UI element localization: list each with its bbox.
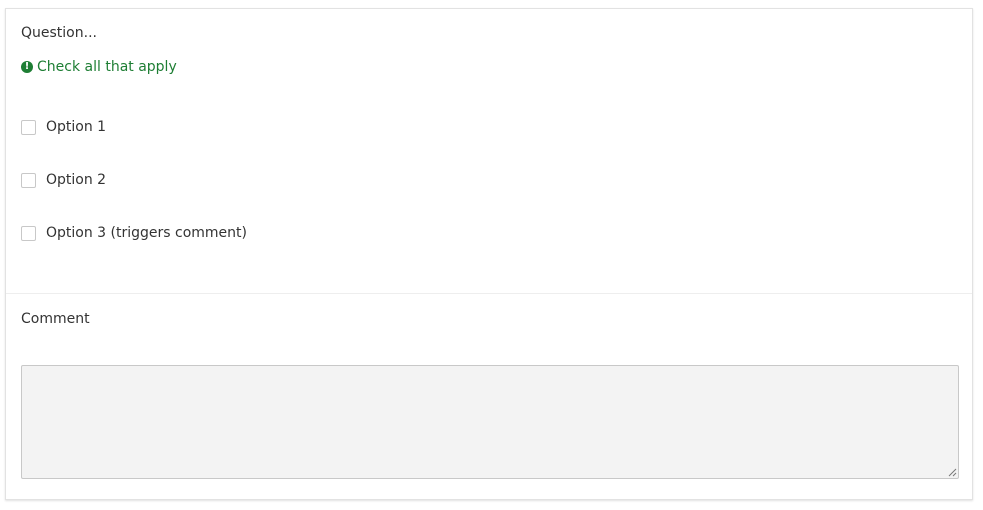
exclamation-circle-icon: ! xyxy=(21,61,33,73)
option-2[interactable]: Option 2 xyxy=(21,171,106,189)
hint: ! Check all that apply xyxy=(21,58,177,76)
option-2-label[interactable]: Option 2 xyxy=(46,171,106,189)
comment-label: Comment xyxy=(21,311,90,327)
option-2-checkbox[interactable] xyxy=(21,172,36,188)
option-1-label[interactable]: Option 1 xyxy=(46,118,106,136)
option-3-label[interactable]: Option 3 (triggers comment) xyxy=(46,224,247,242)
option-3-checkbox[interactable] xyxy=(21,225,36,241)
comment-textarea[interactable] xyxy=(21,365,959,479)
hint-text: Check all that apply xyxy=(37,59,177,75)
section-divider xyxy=(6,293,972,294)
option-1-checkbox[interactable] xyxy=(21,119,36,135)
option-3[interactable]: Option 3 (triggers comment) xyxy=(21,224,247,242)
question-card: Question... ! Check all that apply Optio… xyxy=(5,8,973,500)
resize-handle-icon[interactable] xyxy=(948,468,957,477)
option-1[interactable]: Option 1 xyxy=(21,118,106,136)
question-title: Question... xyxy=(21,25,97,41)
